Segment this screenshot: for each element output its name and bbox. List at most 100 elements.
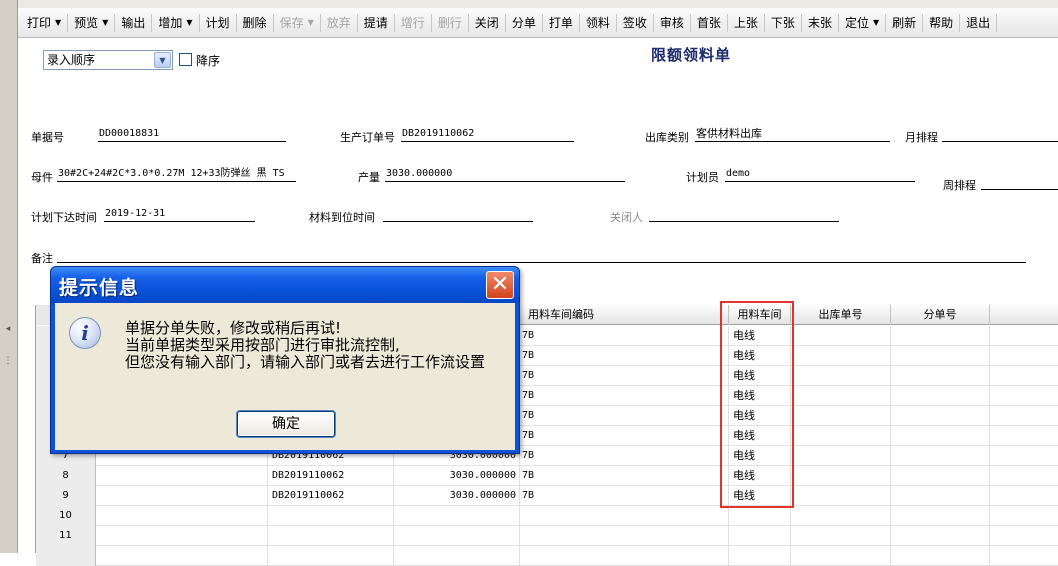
- grid-header-out-no[interactable]: 出库单号: [791, 305, 891, 325]
- grid-cell-workshop[interactable]: [729, 526, 791, 546]
- prod-order-field[interactable]: DB2019110062: [401, 127, 574, 142]
- grid-cell-blank[interactable]: [990, 526, 1058, 546]
- qty-field[interactable]: 3030.000000: [385, 167, 625, 182]
- grid-cell-workshop[interactable]: 电线: [729, 426, 791, 446]
- grid-cell-workshop[interactable]: 电线: [729, 406, 791, 426]
- grid-cell-order[interactable]: DB2019110062: [268, 486, 394, 506]
- grid-cell-workshop-code[interactable]: 7B: [520, 446, 729, 466]
- ok-button[interactable]: 确定: [237, 411, 335, 437]
- grid-cell-blank[interactable]: [990, 426, 1058, 446]
- grid-cell-split-no[interactable]: [891, 506, 990, 526]
- splitter-left-arrow-icon[interactable]: ◂: [3, 318, 13, 340]
- grid-cell-out-no[interactable]: [791, 366, 891, 386]
- toolbar-last-button[interactable]: 末张: [803, 11, 837, 35]
- table-row[interactable]: 8 DB2019110062 3030.000000 7B 电线: [36, 466, 1058, 486]
- grid-cell-blank[interactable]: [96, 486, 268, 506]
- grid-cell-workshop[interactable]: 电线: [729, 366, 791, 386]
- grid-cell-workshop[interactable]: 电线: [729, 446, 791, 466]
- grid-cell-blank[interactable]: [96, 546, 268, 566]
- grid-cell-order[interactable]: DB2019110062: [268, 466, 394, 486]
- grid-cell-qty[interactable]: 3030.000000: [394, 466, 520, 486]
- grid-cell-order[interactable]: [268, 506, 394, 526]
- week-schedule-field[interactable]: [981, 175, 1058, 190]
- grid-cell-split-no[interactable]: [891, 526, 990, 546]
- grid-cell-workshop[interactable]: 电线: [729, 486, 791, 506]
- chevron-down-icon[interactable]: ▼: [308, 11, 314, 35]
- grid-header-split-no[interactable]: 分单号: [891, 305, 990, 325]
- grid-cell-workshop-code[interactable]: [520, 506, 729, 526]
- out-type-field[interactable]: 客供材料出库: [695, 127, 890, 142]
- grid-cell-blank[interactable]: [990, 326, 1058, 346]
- chevron-down-icon[interactable]: ▼: [186, 11, 192, 35]
- table-row[interactable]: 11: [36, 526, 1058, 546]
- toolbar-export-button[interactable]: 输出: [116, 11, 150, 35]
- grid-cell-blank[interactable]: [96, 526, 268, 546]
- grid-cell-split-no[interactable]: [891, 366, 990, 386]
- grid-cell-order[interactable]: [268, 546, 394, 566]
- grid-cell-workshop[interactable]: 电线: [729, 466, 791, 486]
- grid-cell-blank[interactable]: [990, 386, 1058, 406]
- grid-cell-workshop-code[interactable]: 7B: [520, 346, 729, 366]
- month-schedule-field[interactable]: [942, 127, 1058, 142]
- grid-cell-split-no[interactable]: [891, 466, 990, 486]
- toolbar-refresh-button[interactable]: 刷新: [887, 11, 921, 35]
- grid-cell-qty[interactable]: [394, 526, 520, 546]
- grid-cell-out-no[interactable]: [791, 426, 891, 446]
- grid-cell-blank[interactable]: [990, 366, 1058, 386]
- toolbar-preview-button[interactable]: 预览 ▼: [69, 11, 113, 35]
- grid-cell-workshop-code[interactable]: 7B: [520, 486, 729, 506]
- table-row[interactable]: [36, 546, 1058, 566]
- grid-cell-qty[interactable]: [394, 506, 520, 526]
- toolbar-plan-button[interactable]: 计划: [201, 11, 235, 35]
- toolbar-add-row-button[interactable]: 增行: [396, 11, 430, 35]
- grid-cell-out-no[interactable]: [791, 406, 891, 426]
- grid-cell-out-no[interactable]: [791, 446, 891, 466]
- toolbar-locate-button[interactable]: 定位 ▼: [840, 11, 884, 35]
- grid-cell-workshop-code[interactable]: [520, 526, 729, 546]
- toolbar-prev-button[interactable]: 上张: [729, 11, 763, 35]
- chevron-down-icon[interactable]: ▼: [55, 11, 61, 35]
- grid-cell-blank[interactable]: [990, 466, 1058, 486]
- left-splitter[interactable]: ◂ ⋮: [0, 0, 18, 553]
- toolbar-delete-button[interactable]: 删除: [238, 11, 272, 35]
- dialog-titlebar[interactable]: 提示信息 ✕: [51, 267, 519, 303]
- toolbar-add-button[interactable]: 增加 ▼: [153, 11, 197, 35]
- planner-field[interactable]: demo: [725, 167, 915, 182]
- grid-cell-blank[interactable]: [96, 466, 268, 486]
- toolbar-print-button[interactable]: 打印 ▼: [22, 11, 66, 35]
- grid-cell-split-no[interactable]: [891, 406, 990, 426]
- toolbar-exit-button[interactable]: 退出: [961, 11, 995, 35]
- descending-checkbox[interactable]: [179, 53, 192, 66]
- issue-time-field[interactable]: 2019-12-31: [104, 207, 255, 222]
- remark-field[interactable]: [57, 248, 1026, 263]
- toolbar-sign-button[interactable]: 签收: [618, 11, 652, 35]
- toolbar-split-button[interactable]: 分单: [507, 11, 541, 35]
- toolbar-close-button[interactable]: 关闭: [470, 11, 504, 35]
- toolbar-submit-button[interactable]: 提请: [359, 11, 393, 35]
- toolbar-discard-button[interactable]: 放弃: [322, 11, 356, 35]
- grid-header-workshop[interactable]: 用料车间: [729, 305, 791, 325]
- grid-cell-out-no[interactable]: [791, 346, 891, 366]
- grid-cell-split-no[interactable]: [891, 346, 990, 366]
- grid-cell-workshop[interactable]: 电线: [729, 326, 791, 346]
- grid-cell-workshop-code[interactable]: [520, 546, 729, 566]
- grid-cell-blank[interactable]: [96, 506, 268, 526]
- table-row[interactable]: 9 DB2019110062 3030.000000 7B 电线: [36, 486, 1058, 506]
- toolbar-delete-row-button[interactable]: 删行: [433, 11, 467, 35]
- grid-cell-workshop-code[interactable]: 7B: [520, 386, 729, 406]
- grid-cell-split-no[interactable]: [891, 446, 990, 466]
- chevron-down-icon[interactable]: ▼: [102, 11, 108, 35]
- grid-cell-out-no[interactable]: [791, 326, 891, 346]
- grid-cell-workshop-code[interactable]: 7B: [520, 466, 729, 486]
- grid-cell-blank[interactable]: [990, 486, 1058, 506]
- arrival-time-field[interactable]: [383, 207, 533, 222]
- grid-cell-out-no[interactable]: [791, 466, 891, 486]
- toolbar-help-button[interactable]: 帮助: [924, 11, 958, 35]
- sort-order-select[interactable]: 录入顺序 ▼: [43, 50, 173, 70]
- grid-cell-out-no[interactable]: [791, 546, 891, 566]
- grid-cell-order[interactable]: [268, 526, 394, 546]
- grid-cell-workshop[interactable]: 电线: [729, 386, 791, 406]
- grid-cell-split-no[interactable]: [891, 546, 990, 566]
- grid-cell-blank[interactable]: [990, 546, 1058, 566]
- grid-cell-workshop-code[interactable]: 7B: [520, 406, 729, 426]
